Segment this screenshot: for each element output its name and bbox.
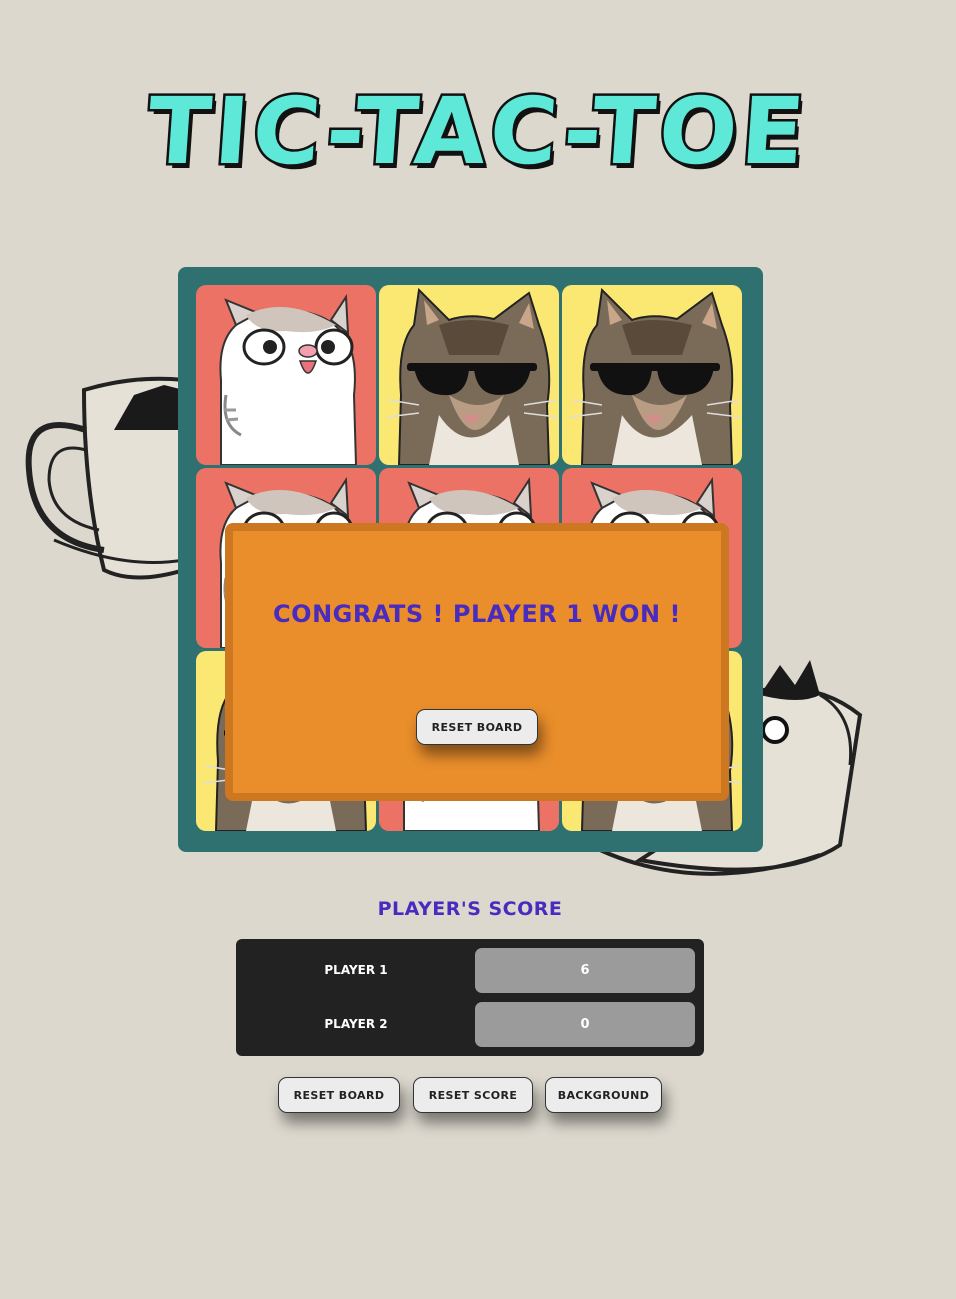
left-cup-decoration (25, 376, 184, 580)
player-2-score: 0 (475, 1002, 695, 1047)
winner-modal: CONGRATS ! PLAYER 1 WON ! RESET BOARD (225, 523, 729, 801)
reset-board-button[interactable]: RESET BOARD (278, 1077, 400, 1113)
board-cell-2[interactable] (379, 285, 559, 465)
score-panel: PLAYER 1 6 PLAYER 2 0 (236, 939, 704, 1056)
chubby-cat-icon (196, 285, 376, 465)
reset-score-button[interactable]: RESET SCORE (413, 1077, 533, 1113)
modal-reset-board-button[interactable]: RESET BOARD (416, 709, 538, 745)
sunglasses-cat-icon (562, 285, 742, 465)
player-1-label: PLAYER 1 (324, 963, 388, 977)
player-2-label: PLAYER 2 (324, 1017, 388, 1031)
board-cell-3[interactable] (562, 285, 742, 465)
board-cell-1[interactable] (196, 285, 376, 465)
game-title: TIC-TAC-TOE (142, 76, 815, 188)
background-button[interactable]: BACKGROUND (545, 1077, 662, 1113)
player-1-score: 6 (475, 948, 695, 993)
winner-message: CONGRATS ! PLAYER 1 WON ! (273, 600, 681, 628)
sunglasses-cat-icon (379, 285, 559, 465)
score-title: PLAYER'S SCORE (377, 898, 563, 920)
